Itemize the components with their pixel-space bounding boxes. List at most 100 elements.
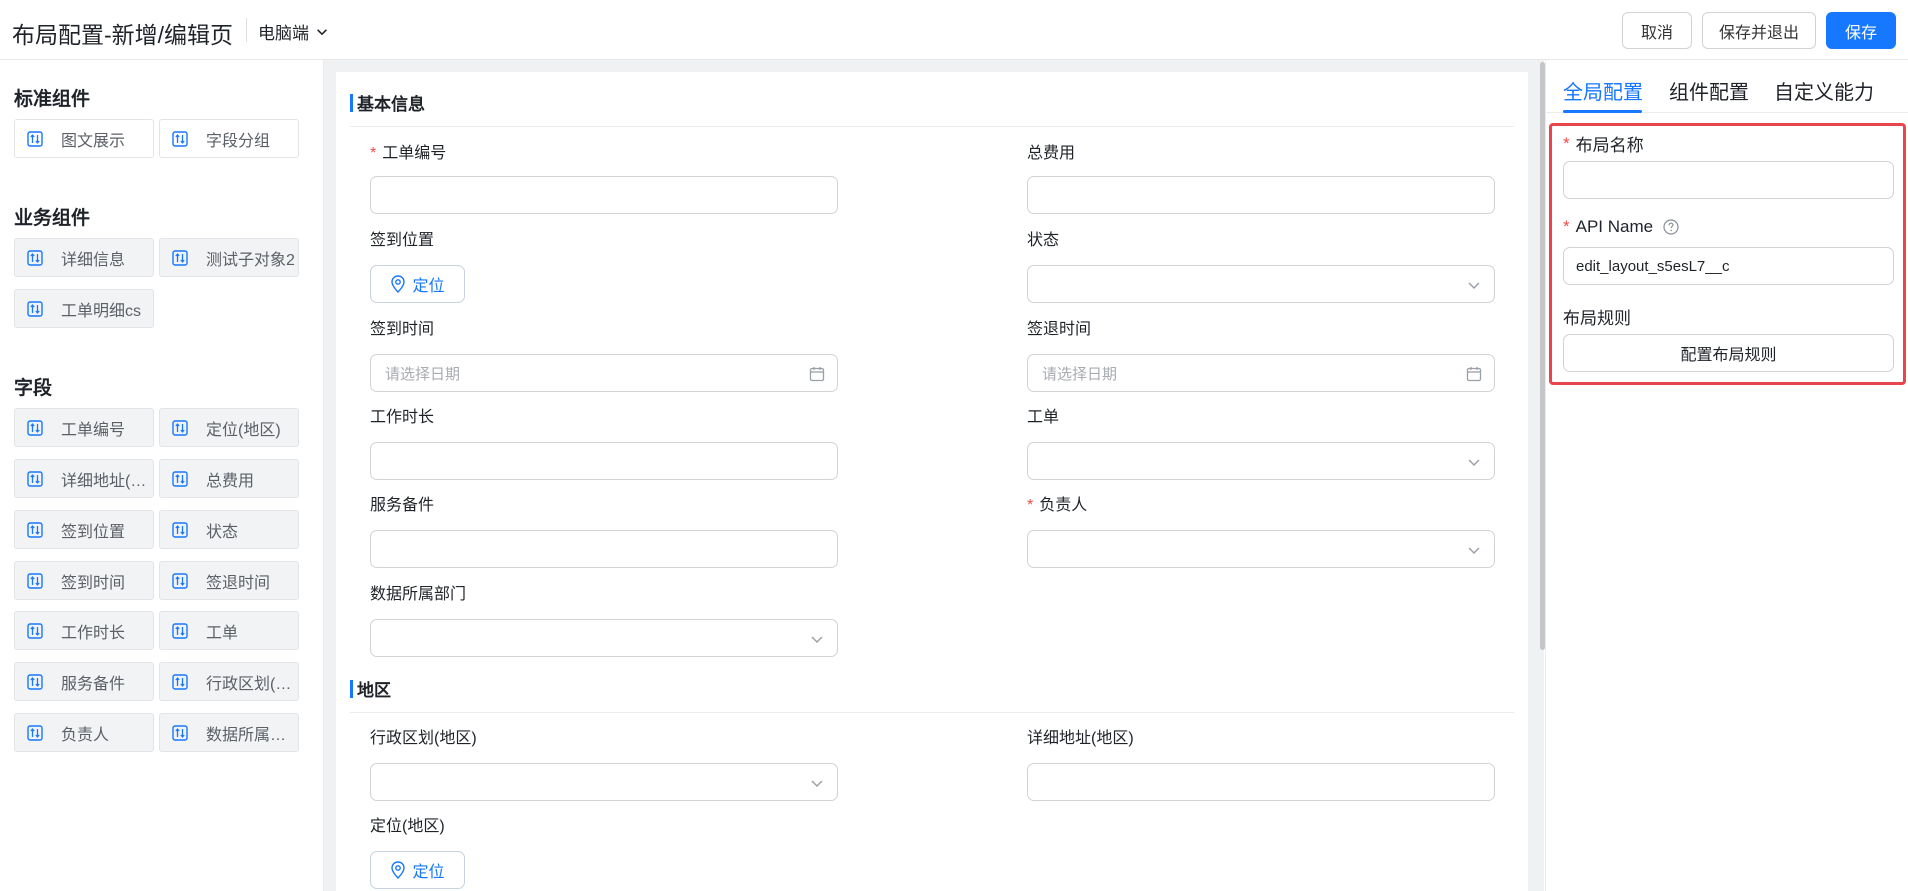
component-icon <box>27 250 43 266</box>
palette-field-item[interactable]: 定位(地区) <box>159 408 299 447</box>
service-parts-input[interactable] <box>370 530 838 568</box>
header-divider <box>246 18 247 42</box>
chevron-down-icon <box>809 775 825 791</box>
palette-field-item[interactable]: 工单编号 <box>14 408 154 447</box>
region-locate-button[interactable]: 定位 <box>370 851 465 889</box>
calendar-icon <box>809 366 825 382</box>
configure-layout-rule-button[interactable]: 配置布局规则 <box>1563 334 1894 372</box>
palette-field-item[interactable]: 总费用 <box>159 459 299 498</box>
field-label-admin-region: 行政区划(地区) <box>370 730 477 747</box>
palette-field-item[interactable]: 行政区划(地... <box>159 662 299 701</box>
group-divider <box>350 712 1514 713</box>
palette-field-item[interactable]: 数据所属部门 <box>159 713 299 752</box>
save-button[interactable]: 保存 <box>1826 12 1896 49</box>
field-label-data-dept: 数据所属部门 <box>370 586 467 603</box>
field-label-owner: * 负责人 <box>1027 497 1088 514</box>
component-icon <box>172 725 188 741</box>
component-icon <box>27 674 43 690</box>
palette-item-field-group[interactable]: 字段分组 <box>159 119 299 158</box>
group-accent-bar <box>350 679 353 698</box>
chevron-down-icon <box>1466 277 1482 293</box>
checkin-locate-button[interactable]: 定位 <box>370 265 465 303</box>
component-icon <box>27 131 43 147</box>
status-select[interactable] <box>1027 265 1495 303</box>
palette-field-item[interactable]: 工作时长 <box>14 611 154 650</box>
detail-address-input[interactable] <box>1027 763 1495 801</box>
component-icon <box>172 522 188 538</box>
palette-item-work-order-detail[interactable]: 工单明细cs <box>14 289 154 328</box>
layout-rule-label: 布局规则 <box>1563 309 1631 328</box>
work-duration-input[interactable] <box>370 442 838 480</box>
cancel-button[interactable]: 取消 <box>1622 12 1692 49</box>
component-icon <box>172 250 188 266</box>
component-icon <box>27 420 43 436</box>
palette-field-item[interactable]: 状态 <box>159 510 299 549</box>
checkout-time-datepicker[interactable]: 请选择日期 <box>1027 354 1495 392</box>
field-label-service-parts: 服务备件 <box>370 497 435 514</box>
group-title-region[interactable]: 地区 <box>350 676 391 701</box>
layout-name-label: * 布局名称 <box>1563 133 1644 156</box>
palette-field-item[interactable]: 签到时间 <box>14 561 154 600</box>
work-order-select[interactable] <box>1027 442 1495 480</box>
tab-custom-capability[interactable]: 自定义能力 <box>1774 76 1874 105</box>
admin-region-select[interactable] <box>370 763 838 801</box>
group-title-basic-info[interactable]: 基本信息 <box>350 90 425 115</box>
component-icon <box>27 623 43 639</box>
business-components-title: 业务组件 <box>14 208 91 229</box>
device-selector-label: 电脑端 <box>258 24 309 43</box>
component-icon <box>172 420 188 436</box>
checkin-time-datepicker[interactable]: 请选择日期 <box>370 354 838 392</box>
palette-item-detail-info[interactable]: 详细信息 <box>14 238 154 277</box>
device-selector[interactable]: 电脑端 <box>258 19 329 44</box>
field-label-total-cost: 总费用 <box>1027 145 1076 162</box>
component-icon <box>27 522 43 538</box>
palette-item-image-text[interactable]: 图文展示 <box>14 119 154 158</box>
tab-global-config[interactable]: 全局配置 <box>1563 76 1643 105</box>
palette-field-item[interactable]: 工单 <box>159 611 299 650</box>
field-label-checkin-location: 签到位置 <box>370 232 435 249</box>
save-and-exit-button[interactable]: 保存并退出 <box>1702 12 1816 49</box>
fields-title: 字段 <box>14 378 53 399</box>
api-name-label: * API Name <box>1563 217 1679 237</box>
component-icon <box>172 471 188 487</box>
config-panel: 全局配置 组件配置 自定义能力 * 布局名称 * API Name edit_lay… <box>1545 60 1908 891</box>
palette-item-test-sub-object[interactable]: 测试子对象2 <box>159 238 299 277</box>
top-header: 布局配置-新增/编辑页 电脑端 取消 保存并退出 保存 <box>0 0 1908 60</box>
field-label-checkin-time: 签到时间 <box>370 321 435 338</box>
owner-select[interactable] <box>1027 530 1495 568</box>
total-cost-input[interactable] <box>1027 176 1495 214</box>
field-label-checkout-time: 签退时间 <box>1027 321 1092 338</box>
component-palette: 标准组件 图文展示 字段分组 业务组件 详细信息 测试子对象2 工单明细cs 字… <box>0 60 324 891</box>
field-label-location-region: 定位(地区) <box>370 818 445 835</box>
tab-component-config[interactable]: 组件配置 <box>1669 76 1749 105</box>
component-icon <box>172 573 188 589</box>
work-order-no-input[interactable] <box>370 176 838 214</box>
group-accent-bar <box>350 93 353 112</box>
active-tab-indicator <box>1563 110 1642 113</box>
field-label-work-order: 工单 <box>1027 409 1060 426</box>
page-title: 布局配置-新增/编辑页 <box>12 22 234 48</box>
palette-field-item[interactable]: 服务备件 <box>14 662 154 701</box>
field-label-status: 状态 <box>1027 232 1060 249</box>
field-label-work-duration: 工作时长 <box>370 409 435 426</box>
field-label-work-order-no: * 工单编号 <box>370 145 447 162</box>
standard-components-title: 标准组件 <box>14 89 91 110</box>
field-label-detail-address: 详细地址(地区) <box>1027 730 1134 747</box>
chevron-down-icon <box>317 28 327 35</box>
component-icon <box>172 623 188 639</box>
palette-field-item[interactable]: 详细地址(地... <box>14 459 154 498</box>
help-circle-icon[interactable] <box>1663 219 1679 235</box>
location-pin-icon <box>390 861 406 879</box>
component-icon <box>27 725 43 741</box>
palette-field-item[interactable]: 负责人 <box>14 713 154 752</box>
group-divider <box>350 126 1514 127</box>
palette-field-item[interactable]: 签到位置 <box>14 510 154 549</box>
component-icon <box>27 471 43 487</box>
component-icon <box>27 573 43 589</box>
api-name-input[interactable]: edit_layout_s5esL7__c <box>1563 247 1894 285</box>
layout-name-input[interactable] <box>1563 161 1894 199</box>
data-dept-select[interactable] <box>370 619 838 657</box>
component-icon <box>172 674 188 690</box>
component-icon <box>172 131 188 147</box>
palette-field-item[interactable]: 签退时间 <box>159 561 299 600</box>
